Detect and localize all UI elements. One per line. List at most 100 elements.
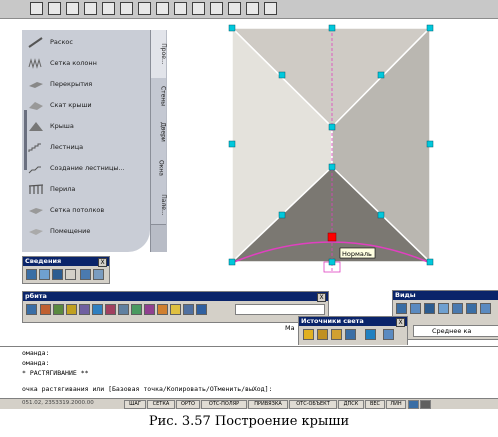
- palette-item-slab[interactable]: Перекрытия: [28, 76, 146, 94]
- toolbar-icon[interactable]: [466, 303, 477, 314]
- palette-item-label: Сетка колонн: [50, 59, 97, 67]
- tab-design[interactable]: Прое...: [151, 30, 167, 79]
- close-button[interactable]: X: [98, 258, 107, 267]
- palette-item-create-stair[interactable]: Создание лестницы...: [28, 160, 146, 178]
- toolbar-icon[interactable]: [131, 304, 142, 315]
- toolbar-icon[interactable]: [39, 269, 50, 280]
- slab-icon: [29, 82, 43, 88]
- toolbar-icon[interactable]: [410, 303, 421, 314]
- ceiling-grid-icon: [29, 208, 43, 214]
- palette-item-label: Лестница: [50, 143, 84, 151]
- tab-palette[interactable]: Пале...: [151, 186, 167, 225]
- grip-handle[interactable]: [278, 71, 286, 79]
- toolbar-icon[interactable]: [66, 304, 77, 315]
- grip-handle[interactable]: [377, 71, 385, 79]
- toolbar-icon[interactable]: [144, 304, 155, 315]
- orbit-panel-title-bar[interactable]: рбита: [23, 292, 328, 301]
- palette-item-railing[interactable]: Перила: [28, 181, 146, 199]
- grip-handle[interactable]: [328, 123, 336, 131]
- palette-item-roof-slope[interactable]: Скат крыши: [28, 97, 146, 115]
- palette-item-label: Помещение: [50, 227, 91, 235]
- tab-windows[interactable]: Окна: [151, 150, 166, 187]
- toolbar-icon[interactable]: [157, 304, 168, 315]
- grip-handle[interactable]: [228, 258, 236, 266]
- toolbar-icon[interactable]: [26, 304, 37, 315]
- command-history-line: оманда:: [22, 359, 50, 367]
- stair-icon: [28, 143, 41, 152]
- toolbar-icon[interactable]: [317, 329, 328, 340]
- roof-icon: [29, 122, 43, 131]
- grip-handle[interactable]: [426, 258, 434, 266]
- toolbar-icon[interactable]: [92, 304, 103, 315]
- toolbar-icon[interactable]: [118, 304, 129, 315]
- palette-tabs: Прое... Стены Двери Окна Пале...: [150, 30, 167, 252]
- grip-handle[interactable]: [328, 163, 336, 171]
- toolbar-icon[interactable]: [52, 269, 63, 280]
- toolbar-icon[interactable]: [26, 269, 37, 280]
- toolbar-icon[interactable]: [40, 304, 51, 315]
- toolbar-icon[interactable]: [365, 329, 376, 340]
- grip-handle[interactable]: [377, 211, 385, 219]
- figure-caption: Рис. 3.57 Построение крыши: [148, 414, 350, 429]
- palette-item-label: Создание лестницы...: [50, 164, 125, 172]
- grip-handle[interactable]: [228, 140, 236, 148]
- palette-item-label: Раскос: [50, 38, 73, 46]
- toolbar-icon[interactable]: [303, 329, 314, 340]
- tooltip-text: Нормаль: [342, 250, 372, 258]
- palette-item-column-grid[interactable]: Сетка колонн: [28, 55, 146, 73]
- grip-handle[interactable]: [328, 24, 336, 32]
- palette-item-label: Скат крыши: [50, 101, 92, 109]
- toolbar-icon[interactable]: [452, 303, 463, 314]
- views-panel-title-bar[interactable]: Виды: [393, 291, 498, 300]
- palette-grip[interactable]: [24, 110, 27, 170]
- toolbar-icon[interactable]: [170, 304, 181, 315]
- drawing-area[interactable]: Нормаль Раскос Сетка колонн Перекрытия С…: [0, 0, 498, 345]
- toolbar-icon[interactable]: [105, 304, 116, 315]
- grip-handle[interactable]: [426, 140, 434, 148]
- tab-walls[interactable]: Стены: [151, 78, 167, 115]
- command-prompt[interactable]: очка растягивания или [Базовая точка/Коп…: [22, 385, 272, 393]
- railing-icon: [28, 184, 44, 194]
- command-line[interactable]: оманда: оманда: * РАСТЯГИВАНИЕ ** очка р…: [0, 346, 498, 399]
- toolbar-icon[interactable]: [65, 269, 76, 280]
- toolbar-icon[interactable]: [80, 269, 91, 280]
- toolbar-icon[interactable]: [396, 303, 407, 314]
- close-button[interactable]: X: [317, 293, 326, 302]
- toolbar-icon[interactable]: [424, 303, 435, 314]
- palette-item-ceiling-grid[interactable]: Сетка потолков: [28, 202, 146, 220]
- palette-item-label: Перила: [50, 185, 76, 193]
- toolbar-icon[interactable]: [345, 329, 356, 340]
- toolbar-icon[interactable]: [331, 329, 342, 340]
- orbit-dropdown[interactable]: [235, 304, 325, 315]
- toolbar-icon[interactable]: [480, 303, 491, 314]
- selected-grip[interactable]: [327, 232, 337, 242]
- grip-handle[interactable]: [278, 211, 286, 219]
- tab-doors[interactable]: Двери: [151, 114, 166, 151]
- grip-handle[interactable]: [426, 24, 434, 32]
- toolbar-icon[interactable]: [196, 304, 207, 315]
- toolbar-icon[interactable]: [79, 304, 90, 315]
- palette-item-roof[interactable]: Крыша: [28, 118, 146, 136]
- palette-item-space[interactable]: Помещение: [28, 223, 146, 241]
- toolbar-icon[interactable]: [183, 304, 194, 315]
- lights-panel: Источники света X: [298, 316, 408, 345]
- palette-item-label: Сетка потолков: [50, 206, 105, 214]
- close-button[interactable]: X: [396, 318, 405, 327]
- grip-handle[interactable]: [228, 24, 236, 32]
- palette-item-stair[interactable]: Лестница: [28, 139, 146, 157]
- toolbar-icon[interactable]: [53, 304, 64, 315]
- command-history-line: * РАСТЯГИВАНИЕ **: [22, 369, 89, 377]
- lights-panel-title-bar[interactable]: Источники света: [299, 317, 407, 326]
- toolbar-icon[interactable]: [93, 269, 104, 280]
- palette-item-brace[interactable]: Раскос: [28, 34, 146, 52]
- info-panel-title-bar[interactable]: Сведения: [23, 257, 109, 266]
- info-panel: Сведения X: [22, 256, 110, 284]
- toolbar-icon[interactable]: [438, 303, 449, 314]
- toolbar-icon[interactable]: [383, 329, 394, 340]
- coordinate-readout: 051.02, 2353319.2000.00: [22, 400, 94, 406]
- command-history-line: оманда:: [22, 349, 50, 357]
- tool-palette-body: Раскос Сетка колонн Перекрытия Скат крыш…: [22, 30, 150, 252]
- palette-item-label: Крыша: [50, 122, 74, 130]
- grip-handle[interactable]: [328, 258, 336, 266]
- views-dropdown[interactable]: Среднее ка: [413, 325, 498, 337]
